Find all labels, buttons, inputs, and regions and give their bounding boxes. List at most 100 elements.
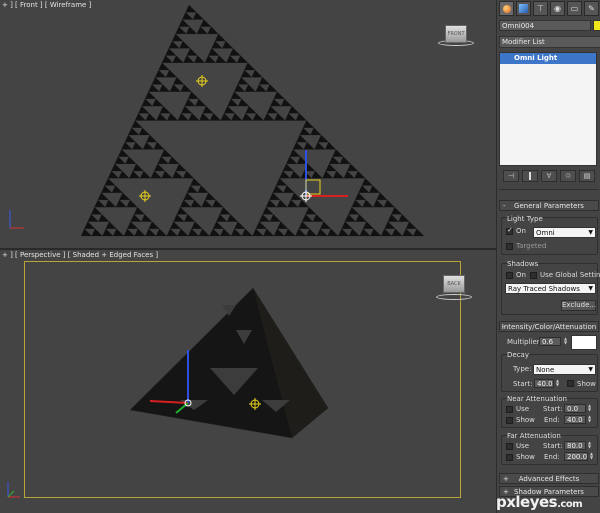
show-end-result-button[interactable] <box>522 170 538 182</box>
utilities-tab[interactable]: ✎ <box>584 1 599 16</box>
object-name-field[interactable]: Omni004 <box>499 20 591 31</box>
rollout-title: Advanced Effects <box>518 475 580 483</box>
checkbox-label: Show <box>577 380 596 388</box>
spinner-arrows-icon[interactable]: ▲ ▼ <box>587 441 592 450</box>
shadow-type-dropdown[interactable]: Ray Traced Shadows ▼ <box>505 283 596 294</box>
near-use-checkbox[interactable] <box>506 406 513 413</box>
far-end-label: End: <box>544 453 560 461</box>
viewcube[interactable]: FRONT <box>445 25 467 43</box>
viewcube[interactable]: BACK <box>443 275 465 293</box>
chevron-down-icon: ▼ <box>588 366 593 373</box>
rollout-title: Intensity/Color/Attenuation <box>501 323 597 331</box>
modifier-list-label: Modifier List <box>502 38 545 46</box>
spinner-arrows-icon[interactable]: ▲ ▼ <box>563 337 568 346</box>
object-color-swatch[interactable] <box>593 20 600 31</box>
sphere-create-icon <box>502 4 511 13</box>
far-end-spinner[interactable]: 200.0 <box>564 452 588 461</box>
decay-show-checkbox[interactable] <box>567 380 574 387</box>
spinner-arrows-icon[interactable]: ▲ ▼ <box>555 379 560 388</box>
shadows-on-checkbox[interactable] <box>506 272 513 279</box>
far-show-checkbox[interactable] <box>506 454 513 461</box>
near-start-label: Start: <box>543 405 563 413</box>
viewcube-ring[interactable] <box>436 294 472 300</box>
active-viewport-border <box>24 261 461 498</box>
group-title: Light Type <box>507 215 543 223</box>
checkbox-label: Show <box>516 416 535 424</box>
pin-stack-button[interactable]: ⊣ <box>503 170 519 182</box>
group-title: Near Attenuation <box>507 395 567 403</box>
far-start-label: Start: <box>543 442 563 450</box>
configure-modifier-sets-button[interactable]: ▤ <box>579 170 595 182</box>
modifier-list-dropdown[interactable]: Modifier List <box>499 36 600 48</box>
watermark-suffix: .com <box>557 499 583 510</box>
spinner-arrows-icon[interactable]: ▲ ▼ <box>587 415 592 424</box>
omni-light-gizmo[interactable] <box>196 75 208 87</box>
near-end-spinner[interactable]: 40.0 <box>564 415 586 424</box>
watermark-main: pxleyes <box>496 493 558 511</box>
dropdown-value: Ray Traced Shadows <box>508 285 580 293</box>
trash-icon: ♲ <box>564 172 572 180</box>
viewport-label[interactable]: + ] [ Perspective ] [ Shaded + Edged Fac… <box>2 251 158 259</box>
spinner-arrows-icon[interactable]: ▲ ▼ <box>589 452 594 461</box>
checkbox-label: On <box>516 271 526 279</box>
spinner-arrows-icon[interactable]: ▲ ▼ <box>587 404 592 413</box>
far-start-spinner[interactable]: 80.0 <box>564 441 586 450</box>
decay-type-dropdown[interactable]: None ▼ <box>533 364 596 375</box>
group-title: Decay <box>507 351 529 359</box>
pin-icon: ⊣ <box>507 172 515 180</box>
stack-item[interactable]: Omni Light <box>500 53 596 64</box>
expand-icon: + <box>503 475 509 483</box>
axis-tripod <box>9 210 24 229</box>
far-use-checkbox[interactable] <box>506 443 513 450</box>
divider <box>499 189 599 190</box>
use-global-settings-checkbox[interactable] <box>530 272 537 279</box>
create-tab[interactable] <box>499 1 514 16</box>
perspective-viewport[interactable]: + ] [ Perspective ] [ Shaded + Edged Fac… <box>0 250 496 513</box>
hierarchy-tab[interactable]: ⊤ <box>533 1 548 16</box>
end-result-icon <box>529 172 531 180</box>
modify-tab[interactable] <box>516 1 531 16</box>
hierarchy-icon: ⊤ <box>537 4 544 13</box>
targeted-checkbox[interactable] <box>506 243 513 250</box>
chevron-down-icon: ▼ <box>588 285 593 292</box>
viewport-label[interactable]: + ] [ Front ] [ Wireframe ] <box>2 1 91 9</box>
checkbox-label: Targeted <box>516 242 547 250</box>
exclude-button[interactable]: Exclude... <box>561 300 596 311</box>
motion-icon: ◉ <box>554 4 561 13</box>
decay-start-spinner[interactable]: 40.0 <box>534 379 554 388</box>
remove-modifier-button[interactable]: ♲ <box>560 170 576 182</box>
near-end-label: End: <box>544 416 560 424</box>
motion-tab[interactable]: ◉ <box>550 1 565 16</box>
intensity-rollout[interactable]: - Intensity/Color/Attenuation <box>499 321 599 332</box>
light-type-dropdown[interactable]: Omni ▼ <box>533 227 596 238</box>
near-start-spinner[interactable]: 0.0 <box>564 404 586 413</box>
configure-icon: ▤ <box>583 172 591 180</box>
axis-tripod <box>7 482 20 498</box>
command-panel-tabs: ⊤ ◉ ▭ ✎ <box>497 0 600 17</box>
utilities-icon: ✎ <box>588 4 595 13</box>
group-title: Shadows <box>507 260 539 268</box>
display-tab[interactable]: ▭ <box>567 1 582 16</box>
general-parameters-rollout[interactable]: - General Parameters <box>499 200 599 211</box>
light-on-checkbox[interactable] <box>506 226 513 235</box>
omni-light-gizmo[interactable] <box>139 190 151 202</box>
collapse-icon: - <box>503 323 506 331</box>
modify-icon <box>519 4 528 13</box>
front-viewport[interactable]: + ] [ Front ] [ Wireframe ] FRONT <box>0 0 496 248</box>
display-icon: ▭ <box>570 4 579 13</box>
near-show-checkbox[interactable] <box>506 417 513 424</box>
checkbox-label: On <box>516 227 526 235</box>
make-unique-button[interactable]: ∀ <box>541 170 557 182</box>
advanced-effects-rollout[interactable]: + Advanced Effects <box>499 473 599 484</box>
sierpinski-triangle-front <box>80 4 425 237</box>
multiplier-spinner[interactable]: 0.6 <box>539 337 561 346</box>
decay-start-label: Start: <box>513 380 533 388</box>
checkbox-label: Use <box>516 405 530 413</box>
checkbox-label: Use <box>516 442 530 450</box>
make-unique-icon: ∀ <box>546 172 552 180</box>
modifier-stack[interactable]: Omni Light <box>499 52 597 166</box>
dropdown-value: Omni <box>536 229 555 237</box>
watermark-logo: pxleyes.com <box>496 493 583 511</box>
collapse-icon: - <box>503 202 506 210</box>
light-color-swatch[interactable] <box>571 335 597 350</box>
